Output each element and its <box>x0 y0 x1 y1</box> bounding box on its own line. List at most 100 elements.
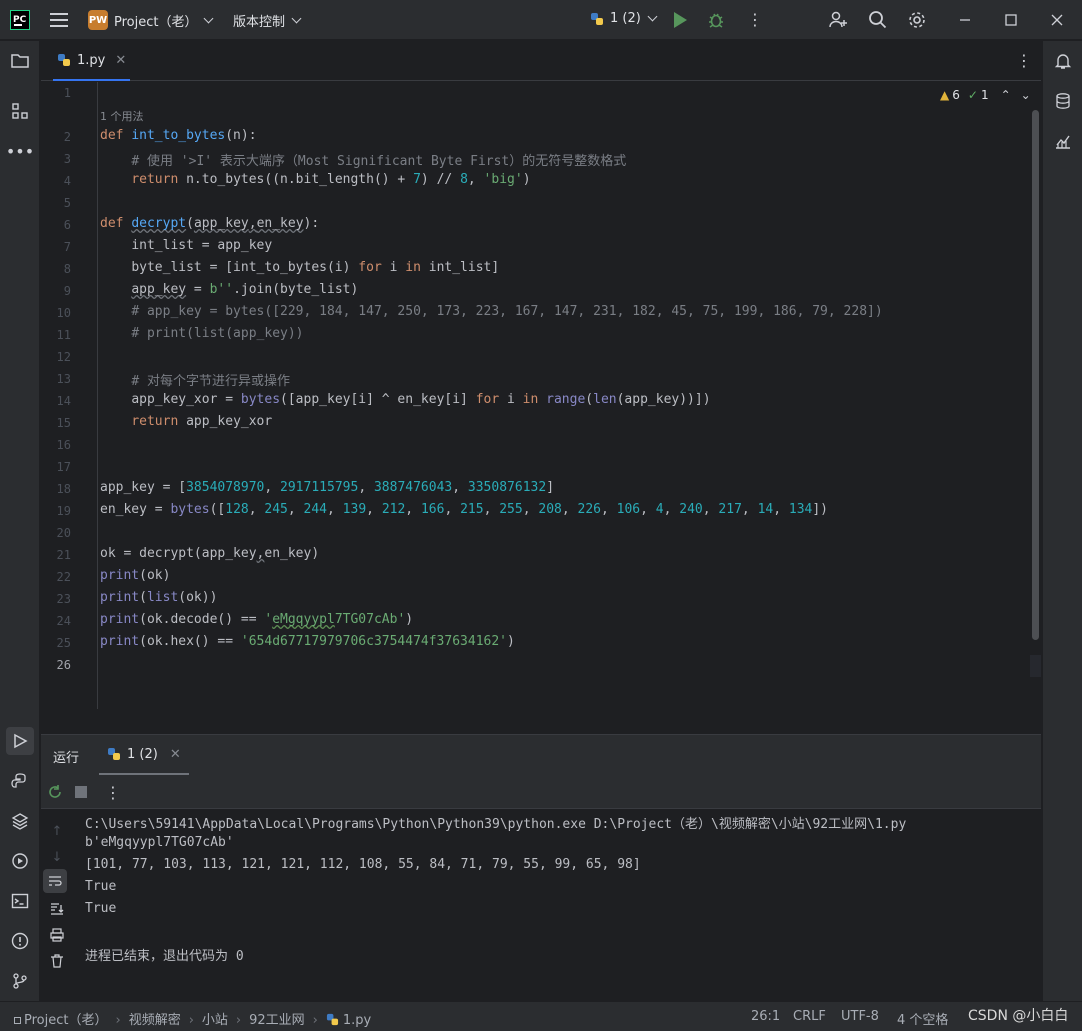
breadcrumb-item[interactable]: 视频解密 <box>129 1013 181 1028</box>
code-editor[interactable]: 1 个用法 def int_to_bytes(n): # 使用 '>I' 表示大… <box>98 82 1030 709</box>
code-line-18: app_key = [3854078970, 2917115795, 38874… <box>100 480 555 495</box>
problems-icon[interactable] <box>8 929 32 953</box>
breadcrumb-item[interactable]: 92工业网 <box>249 1013 305 1028</box>
code-line-22: print(ok) <box>100 568 171 583</box>
soft-wrap-icon[interactable] <box>43 869 67 893</box>
line-number: 22 <box>56 570 71 584</box>
more-run-actions-icon[interactable]: ⋮ <box>101 780 125 804</box>
sciview-icon[interactable] <box>1051 129 1075 153</box>
project-selector[interactable]: Project（老） <box>114 11 214 30</box>
more-tools-icon[interactable]: ••• <box>6 139 34 163</box>
services-icon[interactable] <box>8 849 32 873</box>
line-number-gutter: 1 2 3 4 5 6 7 8 9 10 11 12 13 14 15 16 17 18 19 20 21 22 23 24 2… <box>41 82 98 709</box>
breadcrumb: Project（老） › 视频解密 › 小站 › 92工业网 › 1.py <box>14 1009 371 1028</box>
indent-setting[interactable]: 4 个空格 <box>897 1009 948 1028</box>
add-user-icon[interactable] <box>828 10 848 30</box>
code-line-7: int_list = app_key <box>131 238 273 253</box>
tab-options-icon[interactable]: ⋮ <box>1016 51 1032 70</box>
python-packages-icon[interactable] <box>8 809 32 833</box>
database-icon[interactable] <box>1051 89 1075 113</box>
status-bar: Project（老） › 视频解密 › 小站 › 92工业网 › 1.py 26:1 CRLF … <box>0 1001 1082 1031</box>
line-number: 16 <box>56 438 71 452</box>
line-number: 19 <box>56 504 71 518</box>
caret-position[interactable]: 26:1 <box>751 1009 780 1024</box>
code-line-10: # app_key = bytes([229, 184, 147, 250, 1… <box>131 304 883 319</box>
down-arrow-icon[interactable]: ↓ <box>45 845 69 869</box>
python-icon <box>591 12 603 25</box>
line-number: 13 <box>56 372 71 386</box>
scroll-to-end-icon[interactable] <box>45 897 69 921</box>
notifications-bell-icon[interactable] <box>1051 49 1075 73</box>
run-config-selector[interactable]: 1 (2) <box>590 11 658 26</box>
print-icon[interactable] <box>45 923 69 947</box>
python-console-icon[interactable] <box>8 769 32 793</box>
watermark: CSDN @小白白 <box>968 1008 1069 1024</box>
settings-gear-icon[interactable] <box>907 10 927 30</box>
tab-label: 1.py <box>77 52 106 68</box>
vcs-menu[interactable]: 版本控制 <box>233 11 302 30</box>
run-tool-icon[interactable] <box>6 727 34 755</box>
up-arrow-icon[interactable]: ↑ <box>45 819 69 843</box>
rerun-icon[interactable] <box>43 780 67 804</box>
stop-icon[interactable] <box>69 780 93 804</box>
main-menu-icon[interactable] <box>50 12 68 28</box>
code-line-24: print(ok.decode() == 'eMgqyypl7TG07cAb') <box>100 612 414 627</box>
run-tool-window: 运行 1 (2) ✕ ⋮ ↑ ↓ C:\Users\59141\AppData\ <box>41 734 1041 1002</box>
trash-icon[interactable] <box>45 949 69 973</box>
line-number: 18 <box>56 482 71 496</box>
output-line: 进程已结束，退出代码为 0 <box>85 949 244 964</box>
chevron-down-icon <box>204 13 214 24</box>
code-line-8: byte_list = [int_to_bytes(i) for i in in… <box>131 260 500 275</box>
line-separator[interactable]: CRLF <box>793 1009 826 1024</box>
run-tabs-bar: 运行 1 (2) ✕ <box>41 735 1041 775</box>
chevron-down-icon[interactable]: ⌄ <box>1021 88 1031 102</box>
line-number: 14 <box>56 394 71 408</box>
search-icon[interactable] <box>868 10 888 30</box>
output-line: [101, 77, 103, 113, 121, 121, 112, 108, … <box>85 857 641 872</box>
line-number: 21 <box>56 548 71 562</box>
more-actions-icon[interactable]: ⋮ <box>747 11 763 29</box>
usage-hint[interactable]: 1 个用法 <box>100 108 144 124</box>
output-line: True <box>85 879 117 894</box>
breadcrumb-item[interactable]: Project（老） <box>24 1013 107 1028</box>
minimize-icon[interactable] <box>954 9 976 31</box>
chevron-up-icon[interactable]: ⌃ <box>1001 88 1011 102</box>
line-number: 8 <box>63 262 71 276</box>
code-line-13: # 对每个字节进行异或操作 <box>131 374 290 389</box>
terminal-icon[interactable] <box>8 889 32 913</box>
breadcrumb-item[interactable]: 小站 <box>202 1013 228 1028</box>
project-folder-icon[interactable] <box>8 49 32 73</box>
title-bar: PC PW Project（老） 版本控制 1 (2) ⋮ <box>0 0 1082 40</box>
code-line-25: print(ok.hex() == '654d67717979706c37544… <box>100 634 515 649</box>
close-window-icon[interactable] <box>1046 9 1068 31</box>
left-tool-strip: ••• <box>0 41 40 1001</box>
output-line: C:\Users\59141\AppData\Local\Programs\Py… <box>85 817 907 832</box>
line-number: 12 <box>56 350 71 364</box>
structure-icon[interactable] <box>8 99 32 123</box>
editor-tabs-bar: 1.py ✕ ⋮ <box>41 41 1041 81</box>
vcs-label: 版本控制 <box>233 15 286 30</box>
tab-1-py[interactable]: 1.py ✕ <box>53 41 131 81</box>
breadcrumb-item[interactable]: 1.py <box>343 1013 371 1028</box>
code-line-14: app_key_xor = bytes([app_key[i] ^ en_key… <box>131 392 711 407</box>
file-encoding[interactable]: UTF-8 <box>841 1009 879 1024</box>
code-line-19: en_key = bytes([128, 245, 244, 139, 212,… <box>100 502 829 517</box>
line-number: 11 <box>56 328 71 342</box>
code-line-4: return n.to_bytes((n.bit_length() + 7) /… <box>131 172 531 187</box>
line-number: 17 <box>56 460 71 474</box>
code-line-3: # 使用 '>I' 表示大端序（Most Significant Byte Fi… <box>131 154 627 169</box>
run-icon[interactable] <box>674 12 687 28</box>
debug-icon[interactable] <box>707 11 725 29</box>
run-toolbar: ⋮ <box>41 775 1041 809</box>
run-tab-1[interactable]: 1 (2) ✕ <box>99 735 189 775</box>
line-number: 2 <box>63 130 71 144</box>
warning-count: 6 <box>952 88 960 102</box>
inspection-widget[interactable]: ▲ 6 ✓ 1 ⌃ ⌄ <box>940 88 1031 102</box>
code-line-2: def int_to_bytes(n): <box>100 128 257 143</box>
editor-scrollbar[interactable] <box>1032 110 1039 640</box>
close-tab-icon[interactable]: ✕ <box>115 53 126 68</box>
close-run-tab-icon[interactable]: ✕ <box>170 747 181 762</box>
git-icon[interactable] <box>8 969 32 993</box>
project-badge[interactable]: PW <box>88 10 108 30</box>
maximize-icon[interactable] <box>1000 9 1022 31</box>
